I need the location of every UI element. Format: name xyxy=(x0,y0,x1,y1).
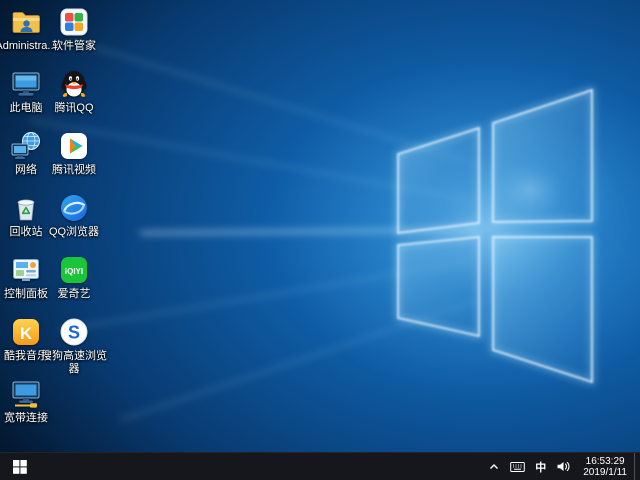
tencent-video-icon xyxy=(58,130,90,162)
desktop-icon-label: QQ浏览器 xyxy=(38,226,110,239)
keyboard-icon xyxy=(510,461,525,473)
ime-indicator[interactable]: 中 xyxy=(530,453,551,480)
start-button[interactable] xyxy=(0,453,40,480)
windows-logo-icon xyxy=(13,460,27,474)
broadband-connection-icon xyxy=(10,378,42,410)
desktop: Administra... 此电脑 网络 回收站 控制面板 K 酷我音乐 xyxy=(0,0,640,480)
software-manager-icon xyxy=(58,6,90,38)
clock-date: 2019/1/11 xyxy=(583,467,627,478)
desktop-icon-label: 腾讯视频 xyxy=(38,164,110,177)
computer-icon xyxy=(10,68,42,100)
sogou-browser-icon: S xyxy=(58,316,90,348)
system-tray: 中 16:53:29 2019/1/11 xyxy=(483,453,640,480)
chevron-up-icon xyxy=(488,461,500,473)
desktop-icon-label: 搜狗高速浏览器 xyxy=(38,350,110,376)
desktop-icon-label: 爱奇艺 xyxy=(38,288,110,301)
desktop-icon-broadband[interactable]: 宽带连接 xyxy=(0,378,52,425)
hidden-icons-chevron[interactable] xyxy=(483,453,505,480)
speaker-icon xyxy=(556,460,571,473)
desktop-icon-tencent-qq[interactable]: 腾讯QQ xyxy=(48,68,100,115)
user-folder-icon xyxy=(10,6,42,38)
desktop-icon-label: 软件管家 xyxy=(38,40,110,53)
desktop-icon-qq-browser[interactable]: QQ浏览器 xyxy=(48,192,100,239)
recycle-bin-icon xyxy=(10,192,42,224)
desktop-icon-sogou-browser[interactable]: S 搜狗高速浏览器 xyxy=(48,316,100,376)
desktop-icon-tencent-video[interactable]: 腾讯视频 xyxy=(48,130,100,177)
desktop-icon-iqiyi[interactable]: iQIYI 爱奇艺 xyxy=(48,254,100,301)
svg-text:iQIYI: iQIYI xyxy=(65,267,83,276)
qq-penguin-icon xyxy=(58,68,90,100)
show-desktop-button[interactable] xyxy=(634,453,640,480)
network-icon xyxy=(10,130,42,162)
clock-time: 16:53:29 xyxy=(583,456,627,467)
taskbar: 中 16:53:29 2019/1/11 xyxy=(0,452,640,480)
desktop-icon-software-manager[interactable]: 软件管家 xyxy=(48,6,100,53)
svg-text:S: S xyxy=(68,323,80,343)
taskbar-clock[interactable]: 16:53:29 2019/1/11 xyxy=(576,456,634,478)
qq-browser-icon xyxy=(58,192,90,224)
iqiyi-icon: iQIYI xyxy=(58,254,90,286)
desktop-icon-label: 宽带连接 xyxy=(0,412,62,425)
svg-text:K: K xyxy=(20,324,33,343)
kuwo-music-icon: K xyxy=(10,316,42,348)
control-panel-icon xyxy=(10,254,42,286)
desktop-icon-label: 腾讯QQ xyxy=(38,102,110,115)
volume-button[interactable] xyxy=(551,453,576,480)
touch-keyboard-button[interactable] xyxy=(505,453,530,480)
